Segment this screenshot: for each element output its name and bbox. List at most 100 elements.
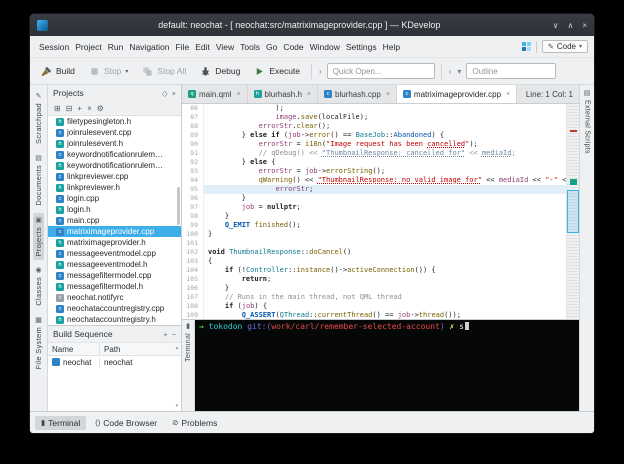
code-text[interactable]: errorStr; xyxy=(204,185,313,194)
code-text[interactable]: job = nullptr; xyxy=(204,203,301,212)
menu-session[interactable]: Session xyxy=(36,40,72,54)
code-text[interactable]: errorStr = i18n("Image request has been … xyxy=(204,140,478,149)
titlebar[interactable]: default: neochat - [ neochat:src/matrixi… xyxy=(30,14,594,36)
code-text[interactable]: { xyxy=(204,257,212,266)
editor-tab-main-qml[interactable]: qmain.qml× xyxy=(182,85,248,103)
tree-item-neochataccountregistry-h[interactable]: hneochataccountregistry.h xyxy=(48,314,181,325)
menu-run[interactable]: Run xyxy=(105,40,127,54)
scroll-up-icon[interactable]: ▴ xyxy=(176,345,179,351)
nav-back-icon[interactable]: ‹ xyxy=(448,67,453,76)
code-text[interactable]: errorStr.clear(); xyxy=(204,122,330,131)
terminal-output[interactable]: → tokodon git:(work/carl/remember-select… xyxy=(195,320,579,411)
add-build-item-button[interactable]: + xyxy=(163,330,167,339)
debug-button[interactable]: Debug xyxy=(195,63,245,80)
menu-help[interactable]: Help xyxy=(380,40,403,54)
tab-external-scripts[interactable]: External Scripts xyxy=(584,100,591,154)
code-text[interactable]: if (!Controller::instance()->activeConne… xyxy=(204,266,436,275)
tree-item-login-h[interactable]: hlogin.h xyxy=(48,204,181,215)
statusbar-code-browser[interactable]: ()Code Browser xyxy=(89,416,163,430)
code-text[interactable]: Q_EMIT finished(); xyxy=(204,221,301,230)
build-sequence-row[interactable]: neochatneochat xyxy=(48,356,181,368)
editor-tab-blurhash-h[interactable]: hblurhash.h× xyxy=(248,85,318,103)
stop-dropdown-icon[interactable]: ▾ xyxy=(125,68,128,75)
code-text[interactable]: qWarning() << "ThumbnailResponse: no val… xyxy=(204,176,566,185)
tree-item-messageeventmodel-cpp[interactable]: cmessageeventmodel.cpp xyxy=(48,248,181,259)
tree-item-neochat-notifyrc[interactable]: tneochat.notifyrc xyxy=(48,292,181,303)
code-text[interactable]: } xyxy=(204,194,246,203)
menu-navigation[interactable]: Navigation xyxy=(126,40,172,54)
maximize-button[interactable]: ∧ xyxy=(567,21,573,30)
editor-tab-matriximageprovider-cpp[interactable]: cmatriximageprovider.cpp× xyxy=(397,85,517,103)
code-text[interactable]: image.save(localFile); xyxy=(204,113,368,122)
code-area-button[interactable]: ✎ Code ▾ xyxy=(542,40,588,53)
minimize-button[interactable]: ∨ xyxy=(553,21,559,30)
menu-settings[interactable]: Settings xyxy=(343,40,380,54)
minimap-scrollbar[interactable] xyxy=(566,104,579,319)
dock-tab-documents[interactable]: ▤Documents xyxy=(33,151,44,210)
code-text[interactable]: Q_ASSERT(QThread::currentThread() == job… xyxy=(204,311,461,319)
menu-project[interactable]: Project xyxy=(72,40,104,54)
tab-close-icon[interactable]: × xyxy=(506,91,510,98)
stop-all-button[interactable]: Stop All xyxy=(137,63,191,80)
build-button[interactable]: Build xyxy=(36,63,80,80)
tree-item-neochataccountregistry-cpp[interactable]: cneochataccountregistry.cpp xyxy=(48,303,181,314)
code-text[interactable]: } xyxy=(204,284,229,293)
tab-close-icon[interactable]: × xyxy=(307,91,311,98)
tab-close-icon[interactable]: × xyxy=(386,91,390,98)
add-icon[interactable]: + xyxy=(77,104,82,113)
dock-tab-file-system[interactable]: ▦File System xyxy=(33,313,44,373)
tree-item-messagefiltermodel-cpp[interactable]: cmessagefiltermodel.cpp xyxy=(48,270,181,281)
close-panel-icon[interactable]: × xyxy=(172,89,176,98)
code-view[interactable]: 86 );87 image.save(localFile);88 errorSt… xyxy=(182,104,566,319)
tree-item-matriximageprovider-cpp[interactable]: cmatriximageprovider.cpp xyxy=(48,226,181,237)
expand-all-icon[interactable]: ⊞ xyxy=(54,104,61,113)
settings-icon[interactable]: ⚙ xyxy=(97,104,104,113)
menu-view[interactable]: View xyxy=(213,40,237,54)
statusbar-problems[interactable]: ⊘Problems xyxy=(166,416,223,430)
code-text[interactable]: errorStr = job->errorString(); xyxy=(204,167,385,176)
build-sequence-scrollbar[interactable]: ▴ ▾ xyxy=(173,343,181,411)
tab-close-icon[interactable]: × xyxy=(236,91,240,98)
code-text[interactable]: } xyxy=(204,230,212,239)
area-switcher-icon[interactable] xyxy=(522,42,531,51)
tree-item-login-cpp[interactable]: clogin.cpp xyxy=(48,193,181,204)
tree-item-messagefiltermodel-h[interactable]: hmessagefiltermodel.h xyxy=(48,281,181,292)
remove-build-item-button[interactable]: − xyxy=(172,330,176,339)
outline-input[interactable]: Outline xyxy=(466,63,556,79)
execute-button[interactable]: Execute xyxy=(249,63,305,80)
column-name[interactable]: Name xyxy=(48,343,100,355)
code-text[interactable]: } xyxy=(204,212,229,221)
column-path[interactable]: Path xyxy=(100,343,124,355)
menu-go[interactable]: Go xyxy=(263,40,280,54)
tree-item-keywordnotificationrulem[interactable]: hkeywordnotificationrulem… xyxy=(48,160,181,171)
dock-tab-projects[interactable]: ▣Projects xyxy=(33,213,44,261)
code-text[interactable]: // Runs in the main thread, not QML thre… xyxy=(204,293,402,302)
tree-item-matriximageprovider-h[interactable]: hmatriximageprovider.h xyxy=(48,237,181,248)
tree-item-joinrulesevent-h[interactable]: hjoinrulesevent.h xyxy=(48,138,181,149)
remove-icon[interactable]: × xyxy=(87,104,92,113)
code-text[interactable]: // qDebug() << "ThumbnailResponse: cance… xyxy=(204,149,516,158)
collapse-all-icon[interactable]: ⊟ xyxy=(66,104,73,113)
outline-dropdown-icon[interactable]: ▾ xyxy=(456,67,462,76)
code-text[interactable]: } else { xyxy=(204,158,275,167)
code-editor[interactable]: 86 );87 image.save(localFile);88 errorSt… xyxy=(182,104,579,319)
minimap-viewport[interactable] xyxy=(567,190,579,233)
float-panel-icon[interactable]: ◇ xyxy=(162,89,168,98)
dock-tab-scratchpad[interactable]: ✎Scratchpad xyxy=(33,89,44,148)
scroll-down-icon[interactable]: ▾ xyxy=(176,403,179,409)
code-text[interactable]: } else if (job->error() == BaseJob::Aban… xyxy=(204,131,444,140)
tree-item-filetypesingleton-h[interactable]: hfiletypesingleton.h xyxy=(48,116,181,127)
code-text[interactable] xyxy=(204,239,208,248)
dock-tab-classes[interactable]: ◉Classes xyxy=(33,263,44,310)
tree-item-keywordnotificationrulem[interactable]: ckeywordnotificationrulem… xyxy=(48,149,181,160)
tree-item-joinrulesevent-cpp[interactable]: cjoinrulesevent.cpp xyxy=(48,127,181,138)
tree-item-linkpreviewer-h[interactable]: hlinkpreviewer.h xyxy=(48,182,181,193)
menu-window[interactable]: Window xyxy=(307,40,343,54)
menu-edit[interactable]: Edit xyxy=(192,40,213,54)
code-text[interactable]: void ThumbnailResponse::doCancel() xyxy=(204,248,351,257)
menu-file[interactable]: File xyxy=(172,40,192,54)
tree-item-linkpreviewer-cpp[interactable]: clinkpreviewer.cpp xyxy=(48,171,181,182)
code-text[interactable]: if (job) { xyxy=(204,302,267,311)
menu-code[interactable]: Code xyxy=(280,40,306,54)
menu-tools[interactable]: Tools xyxy=(237,40,263,54)
